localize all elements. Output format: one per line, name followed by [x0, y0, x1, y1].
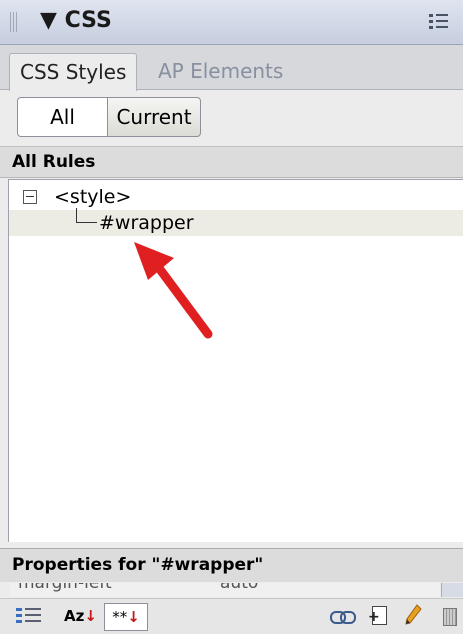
- rules-tree[interactable]: <style> #wrapper: [8, 179, 463, 542]
- tree-connector: [76, 208, 97, 223]
- tree-row-wrapper[interactable]: #wrapper: [9, 208, 463, 236]
- properties-scrollbar[interactable]: [441, 583, 463, 597]
- panel-title-bar[interactable]: ▼ CSS: [0, 0, 463, 45]
- tree-row-style[interactable]: <style>: [9, 184, 463, 210]
- show-list-view-icon[interactable]: Az↓: [64, 603, 98, 629]
- set-glyph: **: [112, 608, 128, 626]
- property-value[interactable]: auto: [220, 583, 258, 593]
- show-category-view-icon[interactable]: [16, 603, 46, 629]
- tab-ap-elements[interactable]: AP Elements: [148, 53, 293, 90]
- panel-title-text: CSS: [64, 8, 112, 33]
- attach-style-sheet-icon[interactable]: [330, 603, 356, 629]
- tab-css-styles[interactable]: CSS Styles: [9, 53, 138, 91]
- list-glyph: Az: [64, 607, 85, 625]
- bottom-toolbar: Az↓ **↓ +: [0, 598, 463, 634]
- red-arrow-icon: [134, 242, 213, 339]
- current-button[interactable]: Current: [107, 97, 201, 137]
- delete-css-rule-icon[interactable]: [440, 603, 460, 629]
- all-rules-header: All Rules: [0, 146, 463, 178]
- collapse-icon[interactable]: [23, 190, 37, 204]
- panel-title[interactable]: ▼ CSS: [40, 8, 112, 33]
- css-panel: ▼ CSS CSS Styles AP Elements All Current…: [0, 0, 463, 634]
- property-name: margin-left: [18, 583, 112, 593]
- drag-grip-icon[interactable]: [10, 12, 18, 32]
- tree-item-style-label: <style>: [54, 186, 132, 208]
- panel-tabs: CSS Styles AP Elements: [0, 45, 463, 91]
- panel-options-menu-icon[interactable]: [429, 11, 451, 33]
- all-button[interactable]: All: [17, 97, 108, 137]
- edit-style-icon[interactable]: [403, 603, 423, 629]
- tree-item-wrapper-label: #wrapper: [99, 212, 194, 234]
- show-set-properties-icon[interactable]: **↓: [104, 603, 148, 631]
- new-css-rule-icon[interactable]: +: [368, 603, 392, 629]
- properties-header: Properties for "#wrapper": [0, 548, 463, 582]
- property-row[interactable]: margin-left auto: [10, 583, 440, 597]
